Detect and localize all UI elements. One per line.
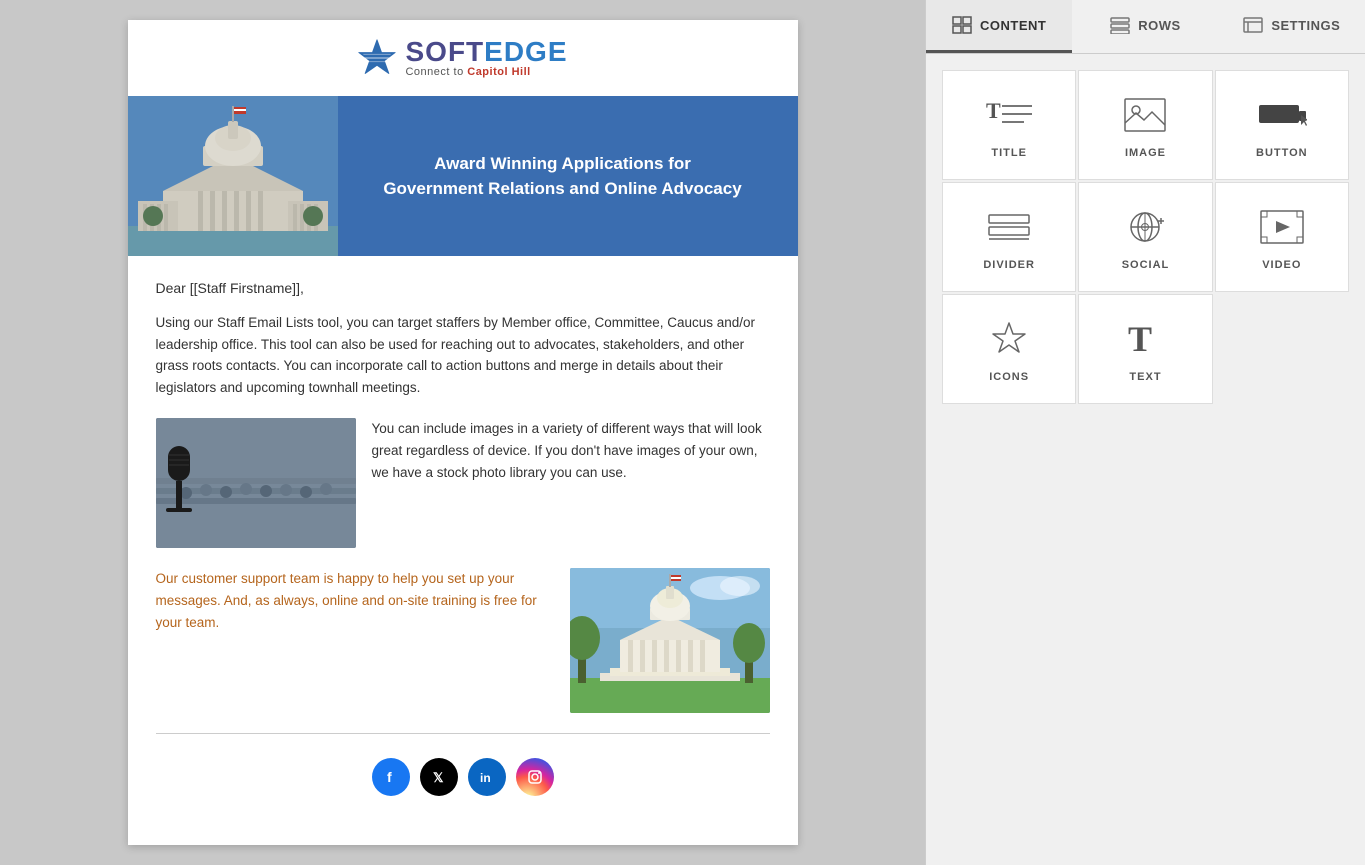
content-item-button[interactable]: BUTTON [1215, 70, 1349, 180]
microphone-placeholder [156, 418, 356, 548]
content-item-title-label: TITLE [991, 147, 1027, 159]
content-item-image-label: IMAGE [1125, 147, 1166, 159]
logo-brand: SOFTEDGE [405, 38, 567, 66]
content-item-text-label: TEXT [1129, 371, 1161, 383]
logo-container: SOFTEDGE Connect to Capitol Hill [357, 38, 567, 78]
content-item-icons[interactable]: ICONS [942, 294, 1076, 404]
email-greeting: Dear [[Staff Firstname]], [156, 280, 770, 296]
button-icon [1257, 95, 1307, 135]
settings-tab-icon [1243, 16, 1263, 34]
rows-tab-icon [1110, 16, 1130, 34]
content-item-button-label: BUTTON [1256, 147, 1308, 159]
svg-text:f: f [387, 769, 392, 785]
facebook-svg: f [382, 768, 400, 786]
social-linkedin-icon[interactable]: in [468, 758, 506, 796]
divider-icon [984, 207, 1034, 247]
email-header: SOFTEDGE Connect to Capitol Hill [128, 20, 798, 96]
col-microphone-image [156, 418, 356, 548]
email-hero: Award Winning Applications for Governmen… [128, 96, 798, 256]
logo-edge: EDGE [484, 36, 567, 67]
content-item-image[interactable]: IMAGE [1078, 70, 1212, 180]
content-item-social-label: SOCIAL [1122, 259, 1170, 271]
x-svg: 𝕏 [430, 768, 448, 786]
email-body: Dear [[Staff Firstname]], Using our Staf… [128, 256, 798, 840]
logo-text: SOFTEDGE Connect to Capitol Hill [405, 38, 567, 78]
logo-star-icon [357, 38, 397, 78]
hero-text: Award Winning Applications for Governmen… [348, 151, 778, 202]
video-icon [1257, 207, 1307, 247]
content-item-divider-label: DIVIDER [983, 259, 1035, 271]
hero-capitol-image [128, 96, 338, 256]
email-paragraph-1: Using our Staff Email Lists tool, you ca… [156, 312, 770, 398]
content-grid: T TITLE IMAGE [926, 54, 1365, 420]
tab-content[interactable]: CONTENT [926, 0, 1072, 53]
logo-tagline: Connect to Capitol Hill [405, 66, 567, 78]
capitol-illustration [128, 96, 338, 256]
email-panel: SOFTEDGE Connect to Capitol Hill [0, 0, 925, 865]
two-col-image-text: You can include images in a variety of d… [156, 418, 770, 548]
tab-rows-label: ROWS [1138, 18, 1180, 33]
svg-text:T: T [986, 98, 1001, 123]
svg-text:𝕏: 𝕏 [433, 770, 444, 785]
social-facebook-icon[interactable]: f [372, 758, 410, 796]
content-item-icons-label: ICONS [989, 371, 1029, 383]
content-tab-icon [952, 16, 972, 34]
tab-settings[interactable]: SETTINGS [1219, 0, 1365, 53]
hero-line2: Government Relations and Online Advocacy [348, 176, 778, 202]
svg-text:T: T [1128, 319, 1152, 359]
hero-line1: Award Winning Applications for [348, 151, 778, 177]
social-twitter-x-icon[interactable]: 𝕏 [420, 758, 458, 796]
content-item-video-label: VIDEO [1262, 259, 1301, 271]
col-text-support: Our customer support team is happy to he… [156, 568, 554, 633]
sidebar: CONTENT ROWS SETTINGS T [925, 0, 1365, 865]
svg-text:in: in [480, 771, 491, 785]
email-container: SOFTEDGE Connect to Capitol Hill [128, 20, 798, 845]
col-text-images: You can include images in a variety of d… [372, 418, 770, 483]
logo-tagline-highlight: Capitol Hill [467, 66, 530, 78]
tab-content-label: CONTENT [980, 18, 1046, 33]
instagram-svg [526, 768, 544, 786]
two-col-text-image: Our customer support team is happy to he… [156, 568, 770, 713]
image-icon [1120, 95, 1170, 135]
content-item-social[interactable]: SOCIAL [1078, 182, 1212, 292]
icons-icon [984, 319, 1034, 359]
linkedin-svg: in [478, 768, 496, 786]
logo-soft: SOFT [405, 36, 484, 67]
tab-settings-label: SETTINGS [1271, 18, 1340, 33]
social-row: f 𝕏 in [156, 750, 770, 816]
content-item-video[interactable]: VIDEO [1215, 182, 1349, 292]
content-item-divider[interactable]: DIVIDER [942, 182, 1076, 292]
tab-rows[interactable]: ROWS [1072, 0, 1218, 53]
title-icon: T [984, 95, 1034, 135]
microphone-svg [156, 418, 356, 548]
content-item-title[interactable]: T TITLE [942, 70, 1076, 180]
logo-tagline-prefix: Connect to [405, 66, 467, 78]
col-capitol-image [570, 568, 770, 713]
text-icon: T [1120, 319, 1170, 359]
social-icon-widget [1120, 207, 1170, 247]
sidebar-tabs: CONTENT ROWS SETTINGS [926, 0, 1365, 54]
email-divider [156, 733, 770, 734]
social-instagram-icon[interactable] [516, 758, 554, 796]
capitol-photo-svg [570, 568, 770, 713]
content-item-text[interactable]: T TEXT [1078, 294, 1212, 404]
